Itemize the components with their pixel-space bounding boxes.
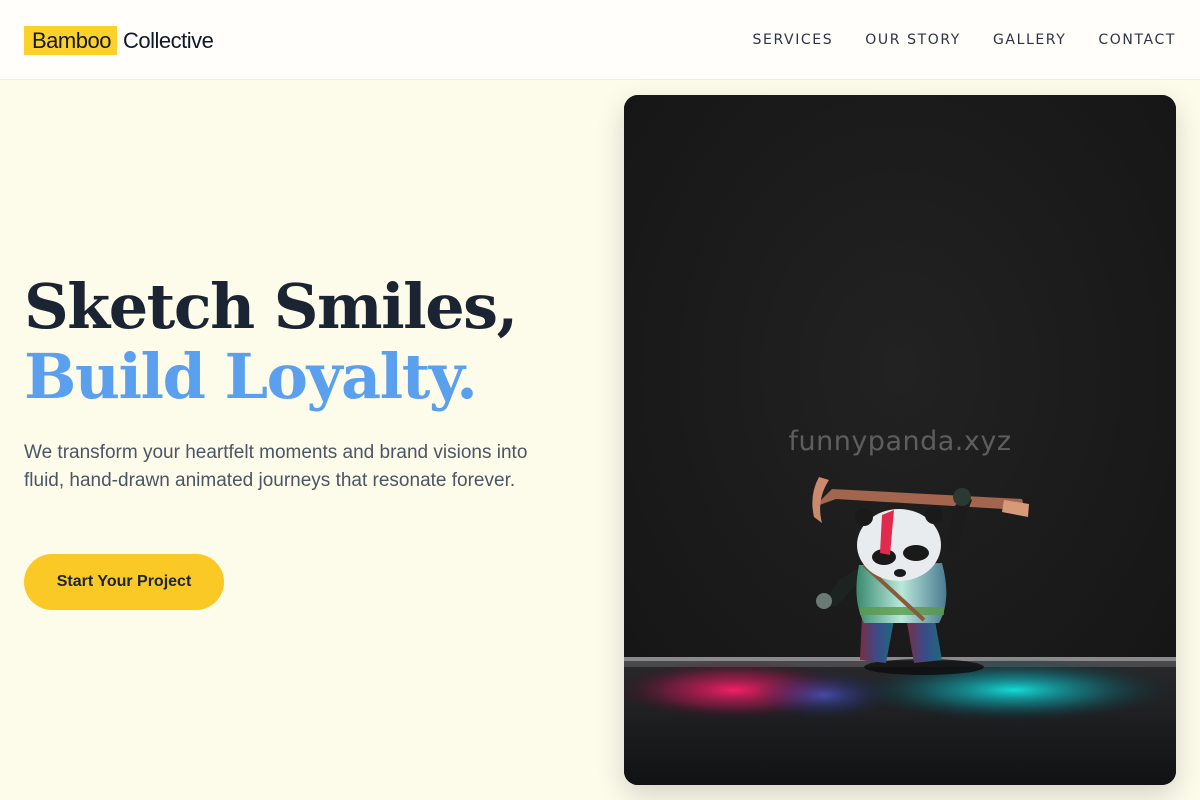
watermark: funnypanda.xyz xyxy=(788,426,1012,457)
hero-description: We transform your heartfelt moments and … xyxy=(24,442,528,491)
hero-title: Sketch Smiles, Build Loyalty. xyxy=(24,272,604,412)
main-nav: SERVICES OUR STORY GALLERY CONTACT xyxy=(753,31,1176,49)
nav-our-story[interactable]: OUR STORY xyxy=(865,31,961,49)
site-header: Bamboo Collective SERVICES OUR STORY GAL… xyxy=(0,0,1200,80)
logo-text: Collective xyxy=(122,27,214,53)
hero-title-line1: Sketch Smiles, xyxy=(24,270,518,343)
logo-highlight: Bamboo xyxy=(24,25,117,55)
logo[interactable]: Bamboo Collective xyxy=(24,25,214,55)
nav-gallery[interactable]: GALLERY xyxy=(993,31,1066,49)
nav-services[interactable]: SERVICES xyxy=(753,31,834,49)
hero-image: funnypanda.xyz xyxy=(624,95,1176,785)
start-project-button[interactable]: Start Your Project xyxy=(24,554,224,610)
nav-contact[interactable]: CONTACT xyxy=(1098,31,1176,49)
hero-title-line2: Build Loyalty. xyxy=(24,340,478,413)
